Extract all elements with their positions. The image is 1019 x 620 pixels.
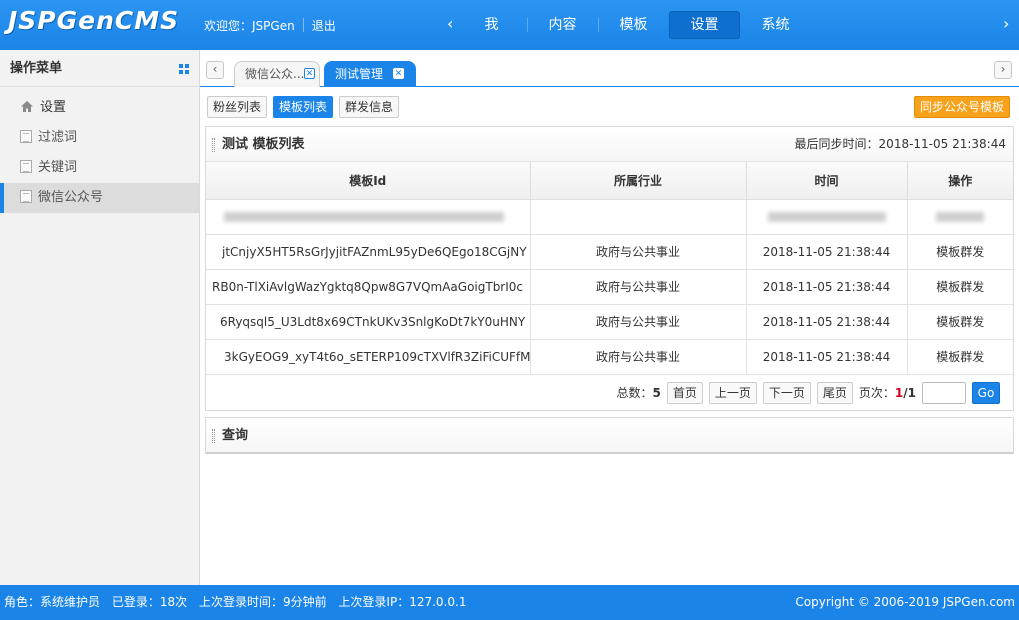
- last-page-button[interactable]: 尾页: [816, 381, 853, 404]
- tab-label: 微信公众...: [245, 67, 305, 81]
- tab-label: 测试管理: [335, 67, 384, 81]
- time-cell: 2018-11-05 21:38:44: [746, 269, 908, 305]
- col-action: 操作: [907, 162, 1013, 200]
- divider: [302, 18, 304, 32]
- industry-cell: 政府与公共事业: [530, 269, 747, 305]
- grip-icon: [212, 429, 215, 443]
- status-footer: 角色：系统维护员 已登录：18次 上次登录时间：9分钟前 上次登录IP：127.…: [0, 585, 1019, 620]
- nav-next-arrow-icon[interactable]: ›: [1003, 14, 1009, 33]
- table-row: RB0n-TlXiAvlgWazYgktq8Qpw8G7VQmAaGoigTbr…: [206, 269, 1013, 305]
- redacted-cell: [206, 199, 531, 235]
- mass-send-link[interactable]: 模板群发: [907, 304, 1013, 340]
- nav-template[interactable]: 模板: [598, 11, 669, 39]
- total-count: 总数：5: [616, 386, 661, 400]
- grip-icon: [212, 138, 215, 152]
- sync-templates-button[interactable]: 同步公众号模板: [914, 96, 1010, 118]
- template-id-cell: 3kGyEOG9_xyT4t6o_sETERP109cTXVlfR3ZiFiCU…: [206, 339, 531, 375]
- template-id-cell: jtCnjyX5HT5RsGrJyjitFAZnmL95yDe6QEgo18CG…: [206, 234, 531, 270]
- query-panel[interactable]: 查询: [205, 417, 1014, 454]
- page-icon: [20, 160, 32, 173]
- industry-cell: 政府与公共事业: [530, 304, 747, 340]
- sidebar-item-settings[interactable]: 设置: [0, 93, 199, 123]
- col-template-id: 模板Id: [206, 162, 531, 200]
- table-row: jtCnjyX5HT5RsGrJyjitFAZnmL95yDe6QEgo18CG…: [206, 234, 1013, 270]
- go-button[interactable]: Go: [972, 381, 1000, 404]
- logout-link[interactable]: 退出: [312, 19, 336, 33]
- template-list-panel: 测试 模板列表 最后同步时间：2018-11-05 21:38:44 模板Id …: [205, 126, 1014, 411]
- welcome-text: 欢迎您：JSPGen: [204, 19, 295, 33]
- page-icon: [20, 130, 32, 143]
- query-title: 查询: [222, 428, 249, 443]
- sidebar-header: 操作菜单: [0, 50, 199, 87]
- grid-icon[interactable]: [179, 64, 189, 74]
- table-row-redacted: [206, 199, 1013, 235]
- sidebar-item-keywords[interactable]: 关键词: [0, 153, 199, 183]
- industry-cell: 政府与公共事业: [530, 234, 747, 270]
- first-page-button[interactable]: 首页: [666, 381, 703, 404]
- template-id-cell: 6Ryqsql5_U3Ldt8x69CTnkUKv3SnlgKoDt7kY0uH…: [206, 304, 531, 340]
- mass-send-link[interactable]: 模板群发: [907, 339, 1013, 375]
- panel-title: 测试 模板列表: [222, 137, 305, 152]
- pagination: 总数：5 首页 上一页 下一页 尾页 页次：1/1 Go: [206, 375, 1013, 411]
- panel-header: 测试 模板列表 最后同步时间：2018-11-05 21:38:44: [206, 127, 1013, 162]
- last-login-ip: 上次登录IP：127.0.0.1: [338, 595, 467, 609]
- nav-prev-arrow-icon[interactable]: ‹: [447, 14, 453, 33]
- sidebar-item-label: 微信公众号: [38, 190, 104, 205]
- role-text: 角色：系统维护员: [4, 595, 101, 609]
- redacted-cell: [907, 199, 1013, 235]
- nav-system[interactable]: 系统: [740, 11, 811, 39]
- tab-bar: ‹ 微信公众... ✕ 测试管理 ✕ ›: [200, 50, 1019, 87]
- template-table: 模板Id 所属行业 时间 操作 jtCnjyX5HT5RsGrJyjitFAZn…: [206, 162, 1013, 375]
- nav-settings[interactable]: 设置: [669, 11, 740, 39]
- table-header-row: 模板Id 所属行业 时间 操作: [206, 162, 1013, 200]
- empty-cell: [530, 199, 747, 235]
- home-icon: [20, 95, 34, 112]
- mass-send-link[interactable]: 模板群发: [907, 234, 1013, 270]
- redacted-cell: [746, 199, 908, 235]
- login-count: 已登录：18次: [111, 595, 188, 609]
- page-icon: [20, 190, 32, 203]
- time-cell: 2018-11-05 21:38:44: [746, 234, 908, 270]
- main-nav: 我 内容 模板 设置 系统: [456, 11, 811, 39]
- nav-content[interactable]: 内容: [527, 11, 598, 39]
- sidebar-item-label: 过滤词: [38, 130, 78, 145]
- tab-test-manage[interactable]: 测试管理 ✕: [324, 61, 416, 87]
- logo: JSPGenCMS: [8, 6, 180, 35]
- last-login-time: 上次登录时间：9分钟前: [198, 595, 327, 609]
- page-indicator: 页次：1/1: [858, 386, 916, 400]
- sidebar: 操作菜单 设置 过滤词 关键词 微信公众号: [0, 50, 200, 585]
- copyright: Copyright © 2006-2019 JSPGen.com: [795, 595, 1015, 609]
- mass-send-link[interactable]: 模板群发: [907, 269, 1013, 305]
- nav-me[interactable]: 我: [456, 11, 527, 39]
- subtab-templates[interactable]: 模板列表: [273, 96, 334, 118]
- sidebar-item-label: 关键词: [38, 160, 78, 175]
- close-icon[interactable]: ✕: [304, 68, 315, 79]
- prev-page-button[interactable]: 上一页: [708, 381, 757, 404]
- close-icon[interactable]: ✕: [393, 68, 404, 79]
- sidebar-item-label: 设置: [40, 100, 67, 115]
- table-row: 3kGyEOG9_xyT4t6o_sETERP109cTXVlfR3ZiFiCU…: [206, 339, 1013, 375]
- subtab-broadcast[interactable]: 群发信息: [339, 96, 400, 118]
- next-page-button[interactable]: 下一页: [762, 381, 811, 404]
- sidebar-item-wechat[interactable]: 微信公众号: [0, 183, 199, 213]
- col-time: 时间: [746, 162, 908, 200]
- tab-wechat[interactable]: 微信公众... ✕: [234, 61, 320, 87]
- sidebar-item-filter-words[interactable]: 过滤词: [0, 123, 199, 153]
- welcome-area: 欢迎您：JSPGen 退出: [204, 17, 336, 34]
- tab-scroll-right-icon[interactable]: ›: [994, 61, 1012, 79]
- industry-cell: 政府与公共事业: [530, 339, 747, 375]
- tab-scroll-left-icon[interactable]: ‹: [206, 61, 224, 79]
- time-cell: 2018-11-05 21:38:44: [746, 304, 908, 340]
- subtab-fans[interactable]: 粉丝列表: [207, 96, 268, 118]
- page-input[interactable]: [922, 381, 966, 404]
- sidebar-title: 操作菜单: [10, 61, 63, 76]
- col-industry: 所属行业: [530, 162, 747, 200]
- time-cell: 2018-11-05 21:38:44: [746, 339, 908, 375]
- table-row: 6Ryqsql5_U3Ldt8x69CTnkUKv3SnlgKoDt7kY0uH…: [206, 304, 1013, 340]
- subtabs: 粉丝列表 模板列表 群发信息: [207, 96, 400, 118]
- last-sync-time: 最后同步时间：2018-11-05 21:38:44: [794, 137, 1006, 151]
- template-id-cell: RB0n-TlXiAvlgWazYgktq8Qpw8G7VQmAaGoigTbr…: [206, 269, 531, 305]
- top-header: JSPGenCMS 欢迎您：JSPGen 退出 ‹ 我 内容 模板 设置 系统 ›: [0, 0, 1019, 50]
